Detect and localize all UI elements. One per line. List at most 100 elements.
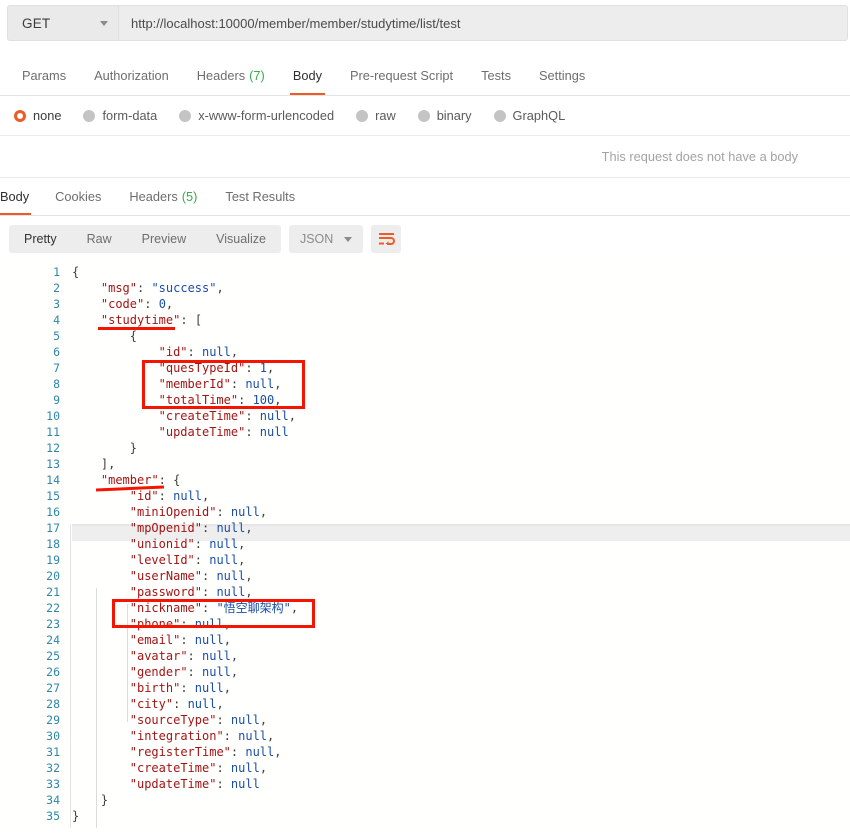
request-tab-tests[interactable]: Tests [467, 56, 525, 95]
line-number: 22 [46, 601, 60, 615]
code-line: 2 "msg": "success", [0, 280, 850, 296]
tab-label: Body [292, 68, 322, 83]
format-type-label: JSON [299, 232, 334, 246]
tab-count-badge: (5) [181, 189, 198, 204]
code-token: : [158, 473, 174, 487]
url-input[interactable]: http://localhost:10000/member/member/stu… [118, 5, 848, 41]
code-token: "sourceType" [129, 713, 217, 727]
code-token: : [230, 745, 246, 759]
response-body-code[interactable]: 1{2 "msg": "success", 3 "code": 0, 4 "studyti… [0, 262, 850, 828]
body-type-binary[interactable]: binary [417, 108, 472, 123]
request-tab-pre-request-script[interactable]: Pre-request Script [336, 56, 467, 95]
code-line: 7 "quesTypeId": 1, [0, 360, 850, 376]
code-line: 19 "levelId": null, [0, 552, 850, 568]
code-line: 26 "gender": null, [0, 664, 850, 680]
body-type-form-data[interactable]: form-data [83, 108, 157, 123]
view-mode-preview[interactable]: Preview [127, 225, 201, 253]
code-line-content: "sourceType": null, [72, 712, 267, 728]
code-token: , [259, 761, 268, 775]
body-type-label: GraphQL [512, 108, 566, 123]
line-number: 33 [46, 777, 60, 791]
request-tab-headers[interactable]: Headers (7) [183, 56, 279, 95]
line-number: 1 [53, 265, 60, 279]
no-body-text: This request does not have a body [601, 149, 798, 164]
chevron-down-icon [100, 20, 108, 26]
line-number: 31 [46, 745, 60, 759]
line-number: 27 [46, 681, 60, 695]
body-type-raw[interactable]: raw [356, 108, 396, 123]
code-line: 25 "avatar": null, [0, 648, 850, 664]
tab-label: Test Results [225, 189, 296, 204]
code-token: "id" [158, 345, 188, 359]
code-line: 33 "updateTime": null [0, 776, 850, 792]
tab-label: Headers [196, 68, 246, 83]
line-number: 2 [53, 281, 60, 295]
request-tab-params[interactable]: Params [8, 56, 80, 95]
response-tab-test-results[interactable]: Test Results [211, 178, 309, 215]
radio-icon [14, 109, 26, 122]
code-token: "msg" [100, 281, 137, 295]
tab-label: Settings [538, 68, 586, 83]
code-token: : [245, 361, 260, 375]
code-token: , [267, 361, 275, 375]
line-number: 15 [46, 489, 60, 503]
code-line-content: "levelId": null, [72, 552, 246, 568]
body-type-none[interactable]: none [14, 108, 61, 123]
code-line: 29 "sourceType": null, [0, 712, 850, 728]
code-line-content: ], [72, 456, 115, 472]
response-tab-headers[interactable]: Headers (5) [115, 178, 211, 215]
response-tab-cookies[interactable]: Cookies [41, 178, 115, 215]
code-token: : [194, 537, 210, 551]
code-token: , [274, 377, 282, 391]
code-token: null [216, 569, 246, 583]
view-mode-segmented-control: Pretty Raw Preview Visualize [9, 225, 281, 253]
view-mode-visualize[interactable]: Visualize [201, 225, 281, 253]
word-wrap-button[interactable] [371, 225, 402, 253]
response-tab-bar: Body Cookies Headers (5) Test Results [0, 178, 850, 216]
code-line: 28 "city": null, [0, 696, 850, 712]
code-token: , [108, 457, 116, 471]
code-token: , [238, 553, 246, 567]
code-token: null [194, 681, 224, 695]
line-number: 24 [46, 633, 60, 647]
code-token: "gender" [129, 665, 188, 679]
code-token: null [209, 553, 239, 567]
code-line-content: "userName": null, [72, 568, 253, 584]
code-token: "createTime" [158, 409, 246, 423]
response-format-toolbar: Pretty Raw Preview Visualize JSON [0, 216, 850, 262]
code-token: "studytime" [100, 313, 181, 327]
code-token: , [238, 537, 246, 551]
response-tab-body[interactable]: Body [0, 178, 41, 215]
code-line: 22 "nickname": "悟空聊架构", [0, 600, 850, 616]
request-tab-authorization[interactable]: Authorization [80, 56, 183, 95]
body-type-graphql[interactable]: GraphQL [493, 108, 566, 123]
line-number: 21 [46, 585, 60, 599]
code-line-content: "password": null, [72, 584, 253, 600]
request-tab-body[interactable]: Body [279, 56, 336, 95]
code-line: 30 "integration": null, [0, 728, 850, 744]
tab-label: Pre-request Script [349, 68, 454, 83]
tab-label: Authorization [94, 68, 169, 83]
request-tab-settings[interactable]: Settings [525, 56, 599, 95]
view-mode-raw[interactable]: Raw [72, 225, 127, 253]
code-line-content: } [72, 808, 79, 824]
code-token: "id" [129, 489, 159, 503]
line-number: 6 [53, 345, 60, 359]
code-token: null [230, 505, 260, 519]
format-type-dropdown[interactable]: JSON [288, 225, 364, 253]
code-line-content: "avatar": null, [72, 648, 238, 664]
view-mode-pretty[interactable]: Pretty [9, 225, 72, 253]
code-line: 1{ [0, 264, 850, 280]
code-token: [ [194, 313, 203, 327]
code-token: : [187, 649, 202, 663]
code-line-content: "createTime": null, [72, 408, 296, 424]
code-token: : [173, 697, 188, 711]
code-line-content: } [72, 792, 108, 808]
tab-count-badge: (7) [249, 68, 265, 83]
code-token: : [180, 313, 195, 327]
code-token: null [230, 713, 260, 727]
body-type-x-www-form-urlencoded[interactable]: x-www-form-urlencoded [179, 108, 334, 123]
code-token: null [245, 745, 275, 759]
http-method-dropdown[interactable]: GET [7, 5, 118, 41]
code-token: , [290, 601, 299, 615]
